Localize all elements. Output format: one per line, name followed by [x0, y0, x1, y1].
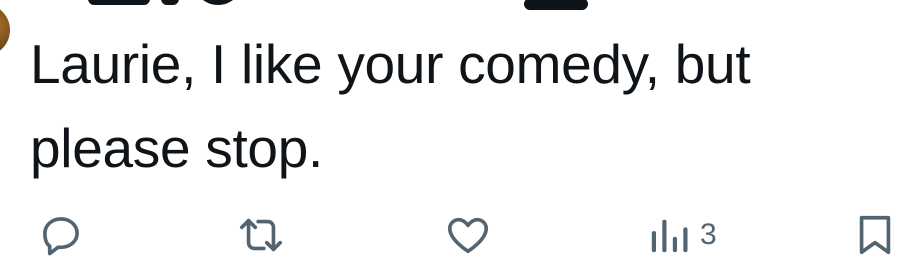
like-button[interactable]	[443, 205, 493, 265]
cropped-header-text	[36, 0, 596, 10]
reply-button[interactable]	[38, 205, 84, 265]
reply-icon	[38, 212, 84, 258]
bookmark-button[interactable]	[855, 205, 895, 265]
avatar[interactable]	[0, 4, 10, 56]
views-icon	[648, 212, 690, 258]
views-count: 3	[700, 218, 717, 251]
views-button[interactable]: 3	[648, 205, 717, 265]
heart-icon	[443, 212, 493, 258]
repost-button[interactable]	[235, 205, 287, 265]
repost-icon	[235, 212, 287, 258]
tweet-actions-bar: 3	[0, 205, 918, 265]
bookmark-icon	[855, 212, 895, 258]
tweet-text: Laurie, I like your comedy, but please s…	[30, 33, 751, 179]
